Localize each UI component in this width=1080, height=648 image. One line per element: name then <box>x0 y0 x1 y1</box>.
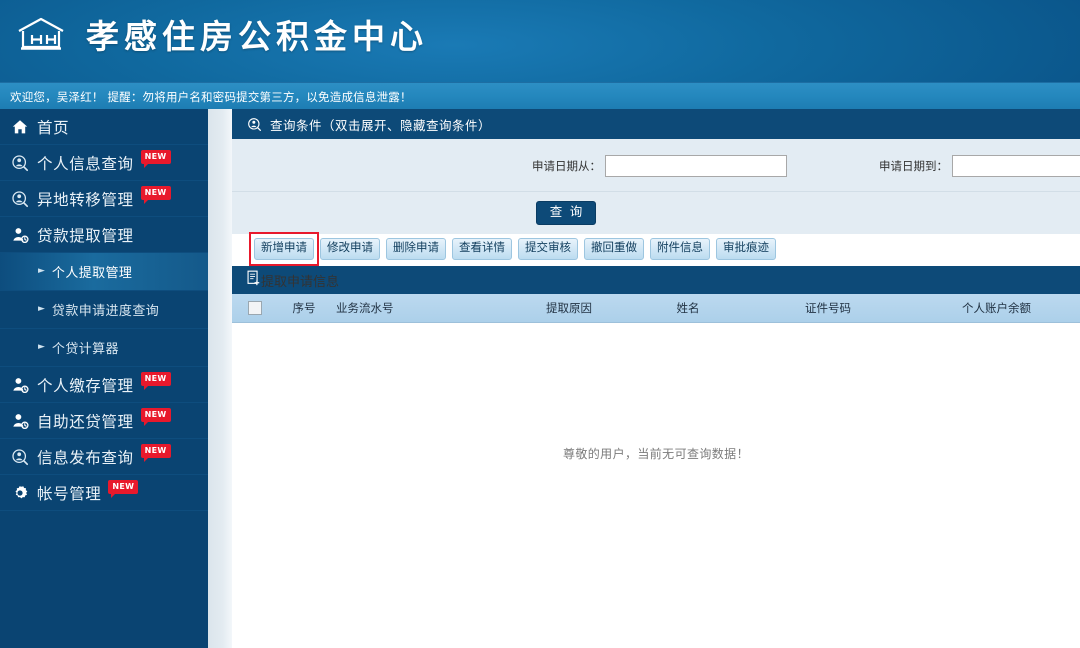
new-badge: NEW <box>108 480 139 498</box>
home-icon <box>10 117 30 137</box>
list-panel-header: 提取申请信息 <box>232 266 1080 294</box>
application-date-from-input[interactable] <box>605 155 787 177</box>
attachment-info-button[interactable]: 附件信息 <box>650 237 710 261</box>
delete-application-button[interactable]: 删除申请 <box>386 237 446 261</box>
new-badge: NEW <box>140 186 171 204</box>
empty-state-row: 尊敬的用户，当前无可查询数据！ <box>232 323 1080 584</box>
sidebar-item-label: 个人缴存管理 <box>37 376 134 395</box>
sidebar-item-personal-info-query[interactable]: 个人信息查询 NEW <box>0 145 208 181</box>
column-header: 个人账户余额 <box>913 294 1080 323</box>
withdraw-redo-button[interactable]: 撤回重做 <box>584 237 644 261</box>
delete-application-button-wrap: 删除申请 <box>386 237 446 261</box>
edit-application-button[interactable]: 修改申请 <box>320 237 380 261</box>
query-panel-title: 查询条件（双击展开、隐藏查询条件） <box>270 117 492 133</box>
sidebar-item-self-repayment-management[interactable]: 自助还贷管理 NEW <box>0 403 208 439</box>
approval-trace-button-wrap: 审批痕迹 <box>716 237 776 261</box>
site-title: 孝感住房公积金中心 <box>86 17 428 56</box>
sidebar-subitem-personal-withdraw-management[interactable]: ► 个人提取管理 <box>0 253 208 291</box>
query-field-row: 申请日期从： 申请日期到： <box>232 155 1080 177</box>
column-header: 证件号码 <box>743 294 913 323</box>
submit-review-button-wrap: 提交审核 <box>518 237 578 261</box>
sidebar-subitem-label: 个贷计算器 <box>51 342 119 357</box>
application-table-wrap: 序号 业务流水号 提取原因 姓名 证件号码 个人账户余额 尊敬的用户，当前无可查… <box>232 294 1080 583</box>
sidebar-item-transfer-management[interactable]: 异地转移管理 NEW <box>0 181 208 217</box>
application-date-to-input[interactable] <box>952 155 1080 177</box>
welcome-bar: 欢迎您，吴泽红！ 提醒：勿将用户名和密码提交第三方，以免造成信息泄露！ <box>0 82 1080 110</box>
sidebar-item-loan-withdraw-management[interactable]: 贷款提取管理 <box>0 217 208 253</box>
sidebar-nav: 首页 个人信息查询 NEW 异地转移管理 NEW 贷款提取管理 ► 个人提取管理 <box>0 109 208 648</box>
welcome-message: 欢迎您，吴泽红！ 提醒：勿将用户名和密码提交第三方，以免造成信息泄露！ <box>10 89 412 104</box>
sidebar-item-personal-deposit-management[interactable]: 个人缴存管理 NEW <box>0 367 208 403</box>
edit-application-button-wrap: 修改申请 <box>320 237 380 261</box>
new-badge: NEW <box>140 150 171 168</box>
sidebar-subitem-label: 贷款申请进度查询 <box>51 304 160 319</box>
sidebar-gutter <box>208 109 232 648</box>
new-badge: NEW <box>140 444 171 462</box>
application-date-from-label: 申请日期从： <box>532 159 601 173</box>
site-banner: 孝感住房公积金中心 <box>0 0 1080 82</box>
application-date-to-field: 申请日期到： <box>879 155 1080 177</box>
person-clock-icon <box>10 375 30 395</box>
approval-trace-button[interactable]: 审批痕迹 <box>716 237 776 261</box>
attachment-info-button-wrap: 附件信息 <box>650 237 710 261</box>
record-toolbar: 新增申请 修改申请 删除申请 查看详情 提交审核 撤回重做 附件信息 审批痕迹 <box>232 231 1080 267</box>
person-search-icon <box>10 447 30 467</box>
sidebar-subitem-loan-calculator[interactable]: ► 个贷计算器 <box>0 329 208 367</box>
sidebar-item-information-release-query[interactable]: 信息发布查询 NEW <box>0 439 208 475</box>
application-date-to-label: 申请日期到： <box>879 159 948 173</box>
column-header: 姓名 <box>633 294 743 323</box>
new-badge: NEW <box>140 372 171 390</box>
sidebar-item-label: 信息发布查询 <box>37 448 134 467</box>
sidebar-item-account-management[interactable]: 帐号管理 NEW <box>0 475 208 511</box>
person-clock-icon <box>10 411 30 431</box>
gear-icon <box>10 483 30 503</box>
house-logo-icon <box>14 13 68 55</box>
select-all-checkbox[interactable] <box>248 301 262 316</box>
add-application-button-wrap: 新增申请 <box>249 231 319 267</box>
withdraw-redo-button-wrap: 撤回重做 <box>584 237 644 261</box>
column-header: 序号 <box>278 294 330 323</box>
sidebar-item-label: 异地转移管理 <box>37 190 134 209</box>
column-header: 提取原因 <box>505 294 633 323</box>
person-search-icon <box>10 153 30 173</box>
person-search-icon <box>10 189 30 209</box>
sidebar-item-label: 首页 <box>37 118 70 137</box>
table-body: 尊敬的用户，当前无可查询数据！ <box>232 323 1080 584</box>
sidebar-subitem-label: 个人提取管理 <box>51 266 133 281</box>
sidebar-item-label: 个人信息查询 <box>37 154 134 173</box>
chevron-right-icon: ► <box>38 342 45 352</box>
app-root: 孝感住房公积金中心 欢迎您，吴泽红！ 提醒：勿将用户名和密码提交第三方，以免造成… <box>0 0 1080 648</box>
application-table: 序号 业务流水号 提取原因 姓名 证件号码 个人账户余额 尊敬的用户，当前无可查… <box>232 294 1080 583</box>
search-person-icon <box>246 116 262 132</box>
query-panel-header[interactable]: 查询条件（双击展开、隐藏查询条件） <box>232 109 1080 139</box>
empty-state-message: 尊敬的用户，当前无可查询数据！ <box>562 446 749 461</box>
main-content: 查询条件（双击展开、隐藏查询条件） 申请日期从： 申请日期到： 查 询 新增申请 <box>232 109 1080 648</box>
person-clock-icon <box>10 225 30 245</box>
document-add-icon <box>246 270 261 290</box>
add-application-button[interactable]: 新增申请 <box>254 237 314 261</box>
new-badge: NEW <box>140 408 171 426</box>
application-date-from-field: 申请日期从： <box>532 155 787 177</box>
sidebar-item-label: 自助还贷管理 <box>37 412 134 431</box>
empty-state-cell: 尊敬的用户，当前无可查询数据！ <box>232 323 1080 584</box>
table-header-row: 序号 业务流水号 提取原因 姓名 证件号码 个人账户余额 <box>232 294 1080 323</box>
view-detail-button[interactable]: 查看详情 <box>452 237 512 261</box>
submit-review-button[interactable]: 提交审核 <box>518 237 578 261</box>
chevron-right-icon: ► <box>38 304 45 314</box>
sidebar-item-label: 帐号管理 <box>37 484 102 503</box>
banner-inner: 孝感住房公积金中心 <box>14 10 428 58</box>
sidebar-subitem-loan-progress-query[interactable]: ► 贷款申请进度查询 <box>0 291 208 329</box>
view-detail-button-wrap: 查看详情 <box>452 237 512 261</box>
column-header: 业务流水号 <box>330 294 505 323</box>
query-actions-row: 查 询 <box>232 192 1080 234</box>
sidebar-item-home[interactable]: 首页 <box>0 109 208 145</box>
chevron-right-icon: ► <box>38 266 45 276</box>
select-all-cell <box>232 294 278 323</box>
sidebar-item-label: 贷款提取管理 <box>37 226 134 245</box>
list-panel-title: 提取申请信息 <box>261 274 340 290</box>
search-button[interactable]: 查 询 <box>535 200 597 226</box>
query-panel-body: 申请日期从： 申请日期到： <box>232 139 1080 192</box>
